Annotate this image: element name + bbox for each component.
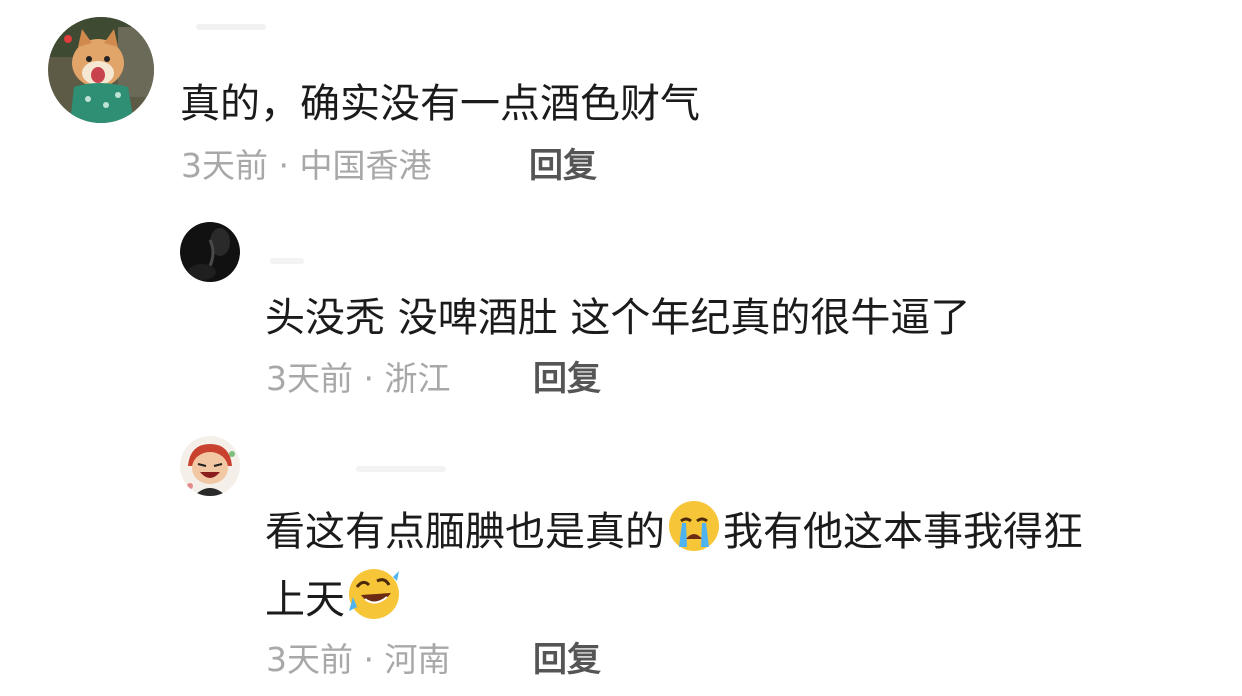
dark-photo-avatar-icon[interactable] bbox=[180, 222, 240, 282]
reply-button[interactable]: 回复 bbox=[529, 146, 597, 186]
text-segment: 我有他这本事我得狂 bbox=[723, 509, 1083, 555]
loudly-crying-face-icon bbox=[667, 499, 721, 553]
comment-meta: 3天前 · 浙江 bbox=[266, 359, 451, 398]
text-segment: 看这有点腼腆也是真的 bbox=[265, 509, 665, 555]
rolling-on-floor-laughing-icon bbox=[347, 567, 401, 621]
comment-text: 看这有点腼腆也是真的 我有他这本事我得狂 上天 bbox=[265, 498, 1083, 634]
comment-meta: 3天前 · 河南 bbox=[266, 640, 451, 679]
username-blurred[interactable] bbox=[356, 466, 446, 472]
text-segment: 上天 bbox=[265, 577, 345, 623]
shiba-dog-avatar-icon[interactable] bbox=[48, 17, 154, 123]
reply-button[interactable]: 回复 bbox=[533, 640, 601, 680]
comment-meta: 3天前 · 中国香港 bbox=[181, 146, 432, 185]
username-blurred[interactable] bbox=[196, 24, 266, 30]
comment-text: 真的，确实没有一点酒色财气 bbox=[180, 70, 700, 138]
comment-text-line: 头没秃 没啤酒肚 这个年纪真的很牛逼了 bbox=[265, 295, 971, 341]
cartoon-laughing-avatar-icon[interactable] bbox=[180, 436, 240, 496]
reply-button[interactable]: 回复 bbox=[533, 359, 601, 399]
comment-text: 头没秃 没啤酒肚 这个年纪真的很牛逼了 bbox=[265, 284, 970, 352]
comment-text-line-2: 上天 bbox=[265, 566, 1083, 634]
comment-text-line: 真的，确实没有一点酒色财气 bbox=[180, 81, 700, 127]
username-blurred[interactable] bbox=[270, 258, 304, 264]
comment-text-line-1: 看这有点腼腆也是真的 我有他这本事我得狂 bbox=[265, 498, 1083, 566]
